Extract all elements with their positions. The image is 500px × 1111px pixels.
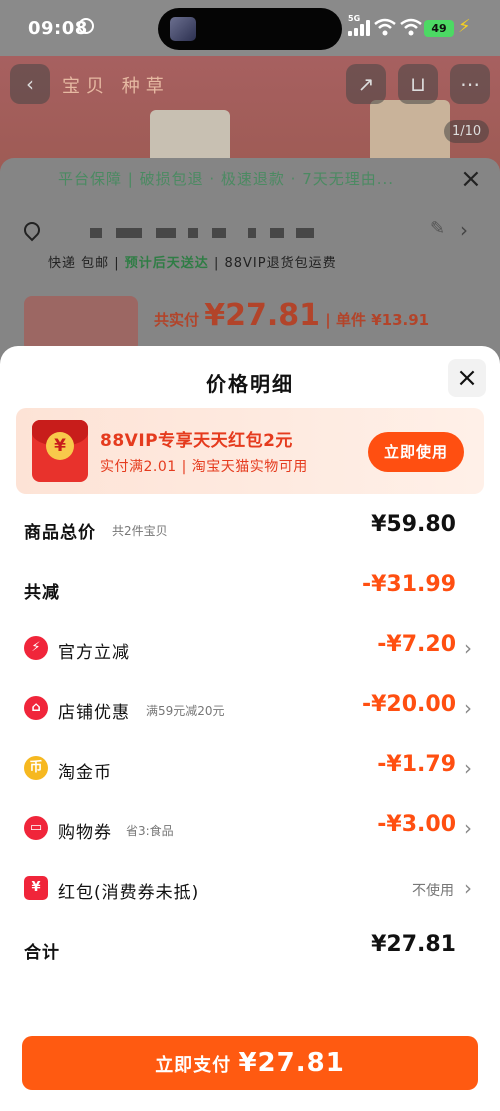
- price-detail-sheet: 价格明细 × ¥ 88VIP专享天天红包2元 实付满2.01 | 淘宝天猫实物可…: [0, 346, 500, 1111]
- now-playing-thumbnail: [170, 17, 196, 41]
- price-row-sum: 合计 ¥27.81: [0, 928, 500, 968]
- battery-indicator: 49: [424, 20, 454, 37]
- focus-icon: [78, 18, 94, 34]
- row-label: 购物券: [58, 823, 112, 843]
- nav-tabs[interactable]: 宝贝 种草: [62, 72, 170, 98]
- edit-icon[interactable]: ✎: [430, 218, 445, 239]
- masked-address: [90, 228, 102, 238]
- promo-banner: ¥ 88VIP专享天天红包2元 实付满2.01 | 淘宝天猫实物可用 立即使用: [16, 408, 484, 494]
- product-thumbnail: [24, 296, 138, 352]
- row-label: 合计: [24, 943, 60, 963]
- image-counter: 1/10: [444, 120, 490, 143]
- cart-icon[interactable]: ⊔: [398, 64, 438, 104]
- ticket-icon: ▭: [24, 816, 48, 840]
- masked-address: [296, 228, 314, 238]
- pay-button-label: 立即支付: [155, 1055, 232, 1076]
- paid-summary: 共实付 ¥27.81 | 单件 ¥13.91: [154, 298, 430, 333]
- share-icon[interactable]: ↗: [346, 64, 386, 104]
- price-row-coins[interactable]: 币 淘金币 -¥1.79 ›: [0, 748, 500, 788]
- masked-address: [248, 228, 256, 238]
- row-value: ¥27.81: [371, 932, 456, 957]
- masked-address: [116, 228, 142, 238]
- row-value: 不使用: [412, 883, 454, 899]
- address-row[interactable]: ✎ ›: [20, 218, 480, 248]
- guarantee-text: 平台保障 | 破损包退 · 极速退款 · 7天无理由...: [58, 170, 395, 188]
- price-row-total: 商品总价 共2件宝贝 ¥59.80: [0, 508, 500, 548]
- chevron-right-icon: ›: [464, 636, 472, 660]
- shipping-info: 快递 包邮 | 预计后天送达 | 88VIP退货包运费: [48, 256, 337, 271]
- more-icon[interactable]: ⋯: [450, 64, 490, 104]
- price-row-redpacket[interactable]: ¥ 红包(消费券未抵) 不使用 ›: [0, 868, 500, 908]
- row-note: 省3:食品: [126, 824, 174, 838]
- row-label: 共减: [24, 583, 60, 603]
- promo-subtitle: 实付满2.01 | 淘宝天猫实物可用: [100, 459, 308, 475]
- row-note: 满59元减20元: [146, 704, 225, 718]
- charging-icon: ⚡: [458, 16, 471, 37]
- coin-icon: 币: [24, 756, 48, 780]
- lightning-icon: ⚡: [24, 636, 48, 660]
- price-row-official[interactable]: ⚡ 官方立减 -¥7.20 ›: [0, 628, 500, 668]
- chevron-right-icon: ›: [464, 816, 472, 840]
- row-value: -¥31.99: [361, 572, 456, 597]
- row-value: -¥20.00: [361, 692, 456, 717]
- row-value: ¥59.80: [371, 512, 456, 537]
- chevron-right-icon: ›: [464, 876, 472, 900]
- chevron-right-icon: ›: [464, 756, 472, 780]
- status-bar: 09:08 5G 49 ⚡: [0, 0, 500, 56]
- close-icon: ×: [456, 363, 478, 393]
- promo-title: 88VIP专享天天红包2元: [100, 431, 293, 451]
- red-packet-small-icon: ¥: [24, 876, 48, 900]
- masked-address: [156, 228, 176, 238]
- pay-button-amount: ¥27.81: [238, 1048, 345, 1078]
- row-label: 商品总价: [24, 523, 96, 543]
- row-value: -¥3.00: [377, 812, 456, 837]
- row-value: -¥1.79: [377, 752, 456, 777]
- location-pin-icon: [20, 218, 44, 242]
- store-icon: ⌂: [24, 696, 48, 720]
- use-now-button[interactable]: 立即使用: [368, 432, 464, 472]
- dynamic-island: [158, 8, 342, 50]
- price-row-store[interactable]: ⌂ 店铺优惠 满59元减20元 -¥20.00 ›: [0, 688, 500, 728]
- row-label: 官方立减: [58, 643, 130, 663]
- sheet-title: 价格明细: [206, 372, 294, 396]
- masked-address: [270, 228, 284, 238]
- close-button[interactable]: ×: [448, 359, 486, 397]
- chevron-right-icon[interactable]: ›: [460, 218, 468, 242]
- product-page-background: ‹ 宝贝 种草 ↗ ⊔ ⋯ 1/10 平台保障 | 破损包退 · 极速退款 · …: [0, 0, 500, 380]
- masked-address: [212, 228, 226, 238]
- row-label: 红包(消费券未抵): [58, 883, 200, 903]
- back-button[interactable]: ‹: [10, 64, 50, 104]
- red-packet-icon: ¥: [32, 420, 88, 482]
- row-note: 共2件宝贝: [112, 524, 168, 538]
- masked-address: [188, 228, 198, 238]
- wifi-secondary-icon: [400, 18, 422, 36]
- pay-now-button[interactable]: 立即支付 ¥27.81: [22, 1036, 478, 1090]
- card-close-icon[interactable]: ×: [460, 166, 482, 192]
- price-row-voucher[interactable]: ▭ 购物券 省3:食品 -¥3.00 ›: [0, 808, 500, 848]
- row-label: 店铺优惠: [58, 703, 130, 723]
- row-value: -¥7.20: [377, 632, 456, 657]
- price-row-reduced: 共减 -¥31.99: [0, 568, 500, 608]
- row-label: 淘金币: [58, 763, 112, 783]
- wifi-icon: [374, 18, 396, 36]
- signal-icon: [348, 20, 370, 36]
- chevron-right-icon: ›: [464, 696, 472, 720]
